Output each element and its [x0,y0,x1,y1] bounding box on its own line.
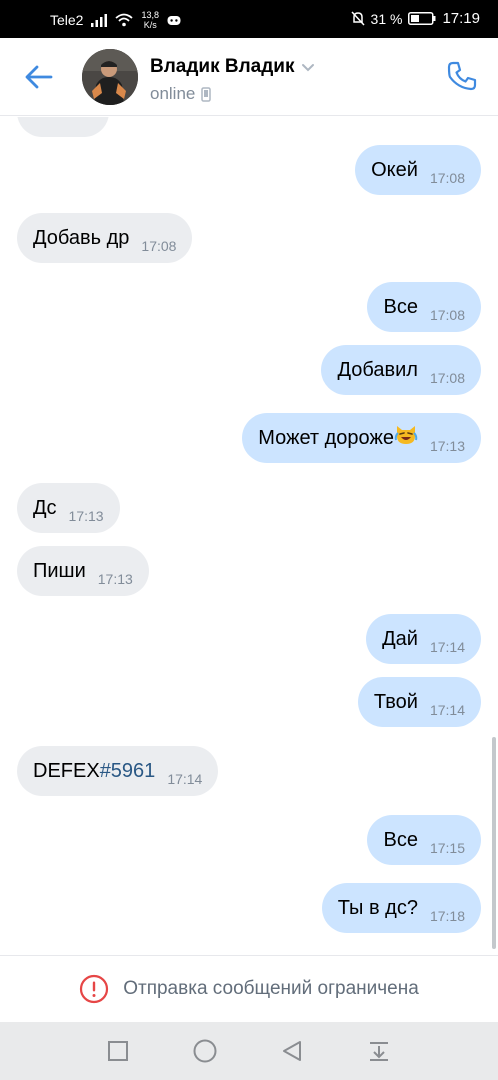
online-status-text: online [150,84,196,103]
message-bubble-partial[interactable] [17,117,109,137]
status-bar: Tele2 13,8 K/s 31 % 17:19 [0,0,498,38]
message-time: 17:18 [429,908,465,924]
notifications-pull-button[interactable] [364,1036,394,1066]
status-clock: 17:19 [442,10,480,27]
crying-laughing-cat-icon [394,424,418,452]
signal-icon [91,13,108,27]
system-navigation-bar [0,1022,498,1080]
avatar-image [82,49,138,105]
exclamation-circle-icon [80,974,109,1004]
message-text: Пиши [33,559,86,582]
message-text: Дай [382,627,418,650]
square-icon [108,1041,128,1061]
message-bubble-outgoing[interactable]: Все 17:15 [367,815,481,865]
hashtag-link[interactable]: #5961 [100,760,156,782]
message-bubble-outgoing[interactable]: Дай 17:14 [366,614,481,664]
system-back-button[interactable] [277,1036,307,1066]
message-text: Все [383,295,418,318]
phone-device-icon [201,86,212,102]
message-text: Ты в дс? [337,896,418,919]
message-bubble-outgoing[interactable]: Ты в дс? 17:18 [321,883,481,933]
message-text: Окей [371,158,418,181]
message-bubble-outgoing[interactable]: Может дороже 17:13 [242,413,481,463]
speed-unit: K/s [143,20,157,30]
avatar[interactable] [82,49,138,105]
message-list[interactable]: Окей 17:08 Добавь др 17:08 Все 17:08 Доб… [0,117,498,955]
message-time: 17:08 [141,238,177,254]
message-time: 17:13 [97,571,133,587]
message-bubble-incoming[interactable]: Добавь др 17:08 [17,213,193,263]
message-bubble-outgoing[interactable]: Твой 17:14 [357,677,481,727]
chevron-down-icon [301,63,314,71]
message-time: 17:14 [429,702,465,718]
message-text: Может дороже [258,426,394,449]
arrow-left-icon [25,65,53,89]
triangle-back-icon [283,1041,301,1061]
message-bubble-incoming[interactable]: Пиши 17:13 [17,546,149,596]
message-bubble-outgoing[interactable]: Добавил 17:08 [321,345,481,395]
messaging-restricted-bar: Отправка сообщений ограничена [0,955,498,1022]
message-text: Добавь др [33,226,130,249]
message-time: 17:08 [429,370,465,386]
message-text: DEFEX#5961 [33,760,155,783]
message-text: Добавил [337,358,418,381]
message-time: 17:13 [68,508,104,524]
message-text: Дс [33,496,57,519]
message-text: Твой [373,690,418,713]
message-time: 17:15 [429,840,465,856]
call-button[interactable] [444,58,480,94]
recent-apps-button[interactable] [103,1036,133,1066]
message-bubble-outgoing[interactable]: Все 17:08 [367,282,481,332]
back-button[interactable] [22,60,56,94]
status-bar-left: Tele2 13,8 K/s [50,10,181,30]
wifi-icon [115,13,134,27]
message-text-plain: DEFEX [33,759,100,782]
carrier-label: Tele2 [50,12,84,28]
home-button[interactable] [190,1036,220,1066]
message-text: Все [383,828,418,851]
message-time: 17:08 [429,307,465,323]
contact-name-text: Владик Владик [150,56,295,77]
contact-status: online [150,84,212,104]
pull-down-icon [370,1042,388,1061]
contact-name[interactable]: Владик Владик [150,56,315,78]
battery-icon [408,12,436,25]
restriction-label: Отправка сообщений ограничена [123,978,419,999]
message-bubble-incoming[interactable]: Дс 17:13 [17,483,120,533]
message-time: 17:08 [429,170,465,186]
message-bubble-incoming[interactable]: DEFEX#5961 17:14 [17,746,219,796]
phone-icon [447,61,477,91]
circle-icon [193,1039,217,1063]
battery-percent: 31 % [370,10,403,27]
message-bubble-outgoing[interactable]: Окей 17:08 [355,145,481,195]
speed-value: 13,8 [141,10,159,20]
mute-bell-icon [350,11,365,26]
scrollbar[interactable] [492,737,496,949]
chat-header: Владик Владик online [0,38,498,116]
discord-icon [167,15,181,25]
message-time: 17:13 [429,438,465,454]
status-bar-right: 31 % 17:19 [350,10,480,27]
network-speed: 13,8 K/s [141,10,159,30]
message-time: 17:14 [167,771,203,787]
message-time: 17:14 [429,639,465,655]
